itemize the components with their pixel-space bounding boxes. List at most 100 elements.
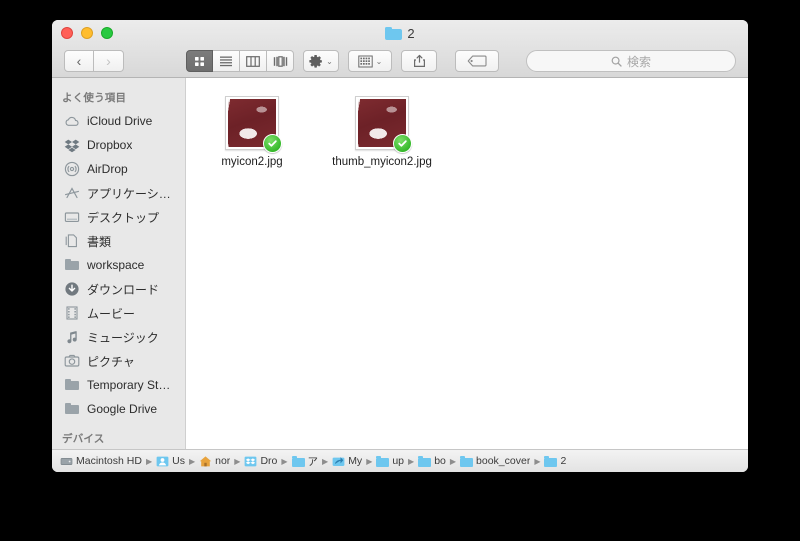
sidebar-item-documents[interactable]: 書類 bbox=[52, 229, 185, 253]
breadcrumb-label: book_cover bbox=[476, 455, 531, 467]
back-button[interactable]: ‹ bbox=[64, 50, 94, 72]
share-icon bbox=[413, 54, 425, 67]
breadcrumb-label: ア bbox=[307, 455, 319, 468]
chevron-down-icon: ⌄ bbox=[326, 56, 333, 66]
back-chevron-icon: ‹ bbox=[76, 53, 82, 69]
file-thumbnail-wrapper bbox=[355, 96, 412, 153]
desktop-icon bbox=[64, 209, 80, 225]
sidebar-item-label: Temporary St… bbox=[87, 378, 171, 392]
checkmark-icon bbox=[398, 140, 407, 147]
sidebar-item-desktop[interactable]: デスクトップ bbox=[52, 205, 185, 229]
file-item[interactable]: myicon2.jpg bbox=[204, 96, 300, 168]
breadcrumb-separator-icon: ▶ bbox=[534, 456, 541, 466]
breadcrumb-item-macintosh-hd[interactable]: Macintosh HD bbox=[60, 455, 142, 468]
tag-icon bbox=[467, 55, 487, 67]
icloud-icon bbox=[64, 113, 80, 129]
tag-button-wrapper bbox=[446, 50, 499, 72]
file-name: myicon2.jpg bbox=[221, 156, 283, 168]
navigation-buttons: ‹ › bbox=[64, 50, 124, 72]
sidebar-item-google-drive[interactable]: Google Drive bbox=[52, 397, 185, 421]
sidebar-section-favorites-header: よく使う項目 bbox=[62, 92, 127, 104]
search-input[interactable]: 検索 bbox=[526, 50, 736, 72]
file-grid[interactable]: myicon2.jpg thumb_myicon2.jpg bbox=[186, 78, 748, 449]
movies-icon bbox=[64, 305, 80, 321]
breadcrumb-separator-icon: ▶ bbox=[322, 456, 329, 466]
breadcrumb-separator-icon: ▶ bbox=[366, 456, 373, 466]
sidebar-item-label: workspace bbox=[87, 258, 145, 272]
dropbox-icon bbox=[64, 137, 80, 153]
sidebar-item-label: Dropbox bbox=[87, 138, 133, 152]
harddisk-icon bbox=[60, 455, 73, 468]
file-name: thumb_myicon2.jpg bbox=[332, 156, 432, 168]
breadcrumb-item-current-folder[interactable]: 2 bbox=[544, 455, 566, 468]
forward-chevron-icon: › bbox=[106, 53, 111, 69]
dropbox-synced-badge bbox=[263, 134, 282, 153]
action-menu-wrapper: ⌄ bbox=[303, 50, 339, 72]
search-placeholder: 検索 bbox=[626, 54, 651, 69]
sidebar-item-movies[interactable]: ムービー bbox=[52, 301, 185, 325]
applications-icon bbox=[64, 185, 80, 201]
breadcrumb-label: 2 bbox=[560, 455, 567, 467]
breadcrumb-item-my[interactable]: My bbox=[332, 455, 362, 468]
sidebar: よく使う項目 iCloud Drive Dropbox AirDrop アプリケ… bbox=[52, 78, 186, 449]
sidebar-item-applications[interactable]: アプリケーシ… bbox=[52, 181, 185, 205]
list-view-button[interactable] bbox=[213, 50, 240, 72]
tag-button[interactable] bbox=[455, 50, 499, 72]
share-button[interactable] bbox=[401, 50, 437, 72]
action-menu-button[interactable]: ⌄ bbox=[303, 50, 339, 72]
breadcrumb-label: Macintosh HD bbox=[76, 455, 142, 467]
sidebar-item-label: ピクチャ bbox=[87, 354, 135, 369]
arrange-icon bbox=[357, 55, 373, 67]
sidebar-item-airdrop[interactable]: AirDrop bbox=[52, 157, 185, 181]
gear-icon bbox=[309, 55, 323, 68]
folder-icon bbox=[418, 455, 432, 468]
folder-icon bbox=[64, 257, 80, 273]
breadcrumb-separator-icon: ▶ bbox=[281, 456, 288, 466]
folder-icon bbox=[64, 401, 80, 417]
breadcrumb-item-home[interactable]: nor bbox=[199, 455, 230, 468]
breadcrumb-label: bo bbox=[434, 455, 446, 467]
dropbox-icon bbox=[244, 455, 257, 468]
sidebar-item-temporary-storage[interactable]: Temporary St… bbox=[52, 373, 185, 397]
sidebar-section-devices-header: デバイス bbox=[62, 433, 105, 445]
breadcrumb-label: up bbox=[392, 455, 405, 467]
sidebar-item-label: Google Drive bbox=[87, 402, 158, 416]
arrange-menu-wrapper: ⌄ bbox=[348, 50, 392, 72]
coverflow-view-icon bbox=[273, 55, 287, 67]
breadcrumb-separator-icon: ▶ bbox=[449, 456, 457, 466]
documents-icon bbox=[64, 233, 80, 249]
sidebar-item-icloud-drive[interactable]: iCloud Drive bbox=[52, 109, 185, 133]
breadcrumb-item-book[interactable]: bo bbox=[418, 455, 446, 468]
folder-icon bbox=[291, 455, 305, 468]
list-view-icon bbox=[220, 56, 232, 67]
breadcrumb-item-dropbox[interactable]: Dro bbox=[244, 455, 277, 468]
icon-view-button[interactable] bbox=[186, 50, 213, 72]
breadcrumb-separator-icon: ▶ bbox=[408, 456, 415, 466]
breadcrumb-label: Dro bbox=[260, 455, 278, 467]
window-title: 2 bbox=[52, 26, 748, 41]
sidebar-item-label: デスクトップ bbox=[87, 210, 160, 225]
home-icon bbox=[199, 455, 212, 468]
sidebar-item-dropbox[interactable]: Dropbox bbox=[52, 133, 185, 157]
view-mode-buttons bbox=[186, 50, 294, 72]
sidebar-item-downloads[interactable]: ダウンロード bbox=[52, 277, 185, 301]
forward-button[interactable]: › bbox=[94, 50, 124, 72]
folder-icon bbox=[544, 455, 558, 468]
sidebar-item-pictures[interactable]: ピクチャ bbox=[52, 349, 185, 373]
breadcrumb-separator-icon: ▶ bbox=[188, 456, 196, 466]
folder-icon bbox=[460, 455, 474, 468]
sidebar-item-label: AirDrop bbox=[87, 162, 128, 176]
coverflow-view-button[interactable] bbox=[267, 50, 294, 72]
breadcrumb-item-book-cover[interactable]: book_cover bbox=[460, 455, 530, 468]
column-view-button[interactable] bbox=[240, 50, 267, 72]
window-body: よく使う項目 iCloud Drive Dropbox AirDrop アプリケ… bbox=[52, 78, 748, 449]
file-item[interactable]: thumb_myicon2.jpg bbox=[332, 96, 432, 168]
breadcrumb-item-users[interactable]: Us bbox=[156, 455, 185, 468]
folder-icon bbox=[376, 455, 390, 468]
breadcrumb-item-apps-jp[interactable]: ア bbox=[291, 454, 319, 469]
sidebar-item-workspace[interactable]: workspace bbox=[52, 253, 185, 277]
search-icon bbox=[611, 56, 622, 67]
sidebar-item-music[interactable]: ミュージック bbox=[52, 325, 185, 349]
breadcrumb-item-upload[interactable]: up bbox=[376, 455, 404, 468]
arrange-menu-button[interactable]: ⌄ bbox=[348, 50, 392, 72]
